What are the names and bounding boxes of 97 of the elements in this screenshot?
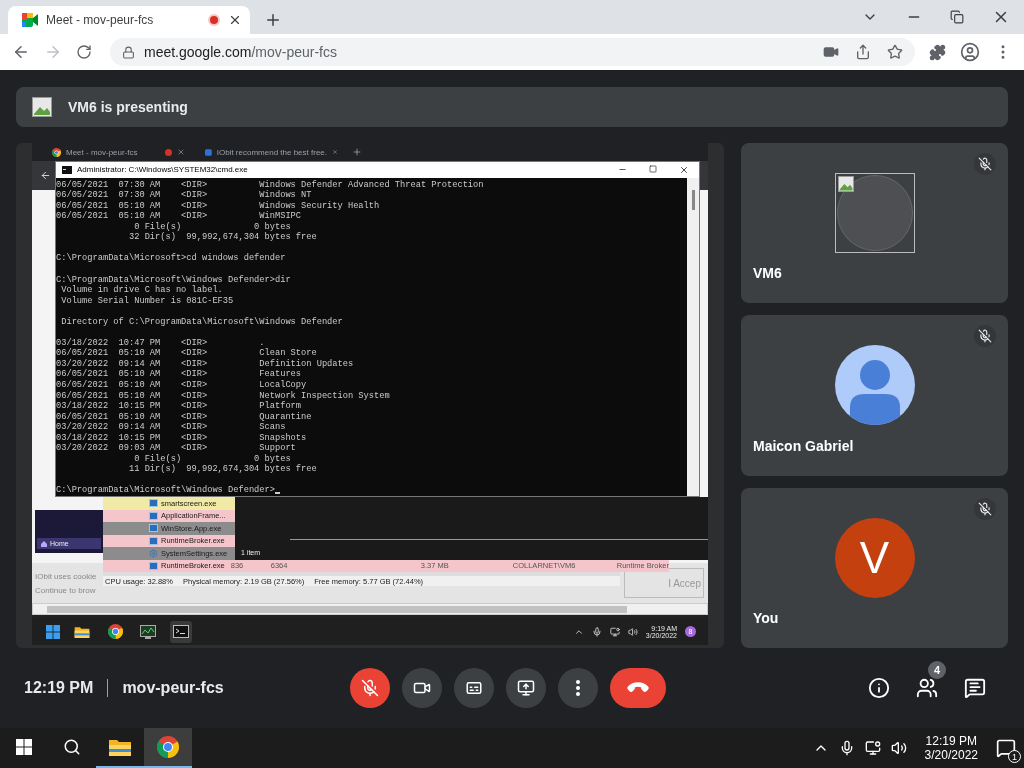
address-bar[interactable]: meet.google.com/mov-peur-fcs xyxy=(110,38,915,66)
meet-logo-icon xyxy=(22,13,38,27)
console-line: 32 Dir(s) 99,992,674,304 bytes free xyxy=(128,232,318,243)
console-line: 11 Dir(s) 99,992,674,304 bytes free xyxy=(128,464,318,475)
url-text: meet.google.com/mov-peur-fcs xyxy=(144,44,338,60)
console-line: Volume Serial Number is 081C-EF35 xyxy=(60,295,235,307)
more-options-button[interactable] xyxy=(558,668,599,708)
window-title: Administrator: C:\Windows\SYSTEM32\cmd.exe xyxy=(77,165,249,175)
back-icon[interactable] xyxy=(12,43,30,61)
close-icon[interactable] xyxy=(679,164,689,175)
monitor-icon xyxy=(140,624,156,639)
text-cursor xyxy=(274,492,280,494)
browser-tab[interactable]: Meet - mov-peur-fcs xyxy=(8,6,250,34)
leave-call-button[interactable] xyxy=(610,668,667,708)
taskbar-app[interactable] xyxy=(144,728,192,768)
remote-browser-tab[interactable]: IObit recommend the best free. xyxy=(199,144,344,160)
console-line: C:\ProgramData\Microsoft\Windows Defender>dir xyxy=(56,274,292,285)
windows-logo-icon xyxy=(16,739,32,755)
participant-name: You xyxy=(753,610,779,626)
taskbar-app[interactable] xyxy=(170,620,192,643)
profile-icon[interactable] xyxy=(960,42,980,62)
volume-icon[interactable] xyxy=(627,626,638,637)
cookie-text: IObit uses cookie xyxy=(35,571,98,581)
console-line: 03/18/2022 10:15 PM <DIR> Snapshots xyxy=(56,432,308,443)
new-tab-icon[interactable] xyxy=(264,11,282,29)
console-line: 03/20/2022 09:14 AM <DIR> Definition Updates xyxy=(56,358,355,369)
meeting-time: 12:19 PM xyxy=(24,679,94,697)
extensions-icon[interactable] xyxy=(929,43,946,61)
console-line: 06/05/2021 05:10 AM <DIR> Clean Store xyxy=(56,348,318,359)
network-icon[interactable] xyxy=(609,626,620,637)
console-line: 06/05/2021 05:10 AM <DIR> Features xyxy=(56,369,303,380)
new-tab-icon[interactable] xyxy=(352,147,362,157)
console-line: Volume in drive C has no label. xyxy=(60,285,224,296)
present-screen-icon xyxy=(517,679,536,697)
microphone-off-icon xyxy=(361,679,380,697)
console-line: 06/05/2021 05:10 AM <DIR> Network Inspection System xyxy=(56,390,391,401)
search-icon xyxy=(63,738,81,756)
console-line: 06/05/2021 05:10 AM <DIR> Quarantine xyxy=(56,411,313,422)
notifications-icon[interactable] xyxy=(996,738,1016,758)
network-icon[interactable] xyxy=(864,740,881,756)
start-icon[interactable] xyxy=(46,624,60,639)
gear-icon xyxy=(149,548,158,558)
participant-name: Maicon Gabriel xyxy=(753,437,854,454)
console-line: Directory of C:\ProgramData\Microsoft\Windows Defender xyxy=(60,316,344,328)
broken-image-icon xyxy=(32,97,52,117)
lock-icon xyxy=(122,45,135,59)
console-prompt: C:\ProgramData\Microsoft\Windows Defender> xyxy=(56,485,275,496)
app-icon xyxy=(205,147,212,157)
participant-count-badge: 4 xyxy=(928,661,946,679)
clock-time: 12:19 PM xyxy=(925,734,977,748)
console-line: C:\ProgramData\Microsoft>cd windows defender xyxy=(56,253,287,264)
terminal-icon xyxy=(173,625,189,638)
app-window-icon xyxy=(149,561,158,570)
chat-icon[interactable] xyxy=(964,677,986,699)
bookmark-star-icon[interactable] xyxy=(887,44,903,60)
console-line: 0 File(s) 0 bytes xyxy=(133,221,292,232)
video-camera-icon[interactable] xyxy=(823,44,839,60)
reload-icon[interactable] xyxy=(76,44,92,60)
console-line: 0 File(s) 0 bytes xyxy=(133,453,292,464)
console-line: 03/20/2022 09:03 AM <DIR> Support xyxy=(56,443,297,454)
microphone-icon[interactable] xyxy=(591,626,602,637)
captions-button[interactable] xyxy=(454,668,495,708)
broken-image-icon xyxy=(837,176,854,193)
close-icon[interactable] xyxy=(228,13,242,27)
cookie-text: Continue to brow xyxy=(35,585,97,595)
restore-icon[interactable] xyxy=(950,10,964,24)
clock-date: 3/20/2022 xyxy=(924,748,978,762)
chrome-icon xyxy=(157,736,179,758)
presenting-label: VM6 is presenting xyxy=(68,99,188,115)
present-button[interactable] xyxy=(506,668,547,708)
camera-button[interactable] xyxy=(402,668,443,708)
info-icon[interactable] xyxy=(868,677,890,699)
back-icon[interactable] xyxy=(40,170,51,181)
console-line: 06/05/2021 07:30 AM <DIR> Windows Defender Advanced Threat Protection xyxy=(56,179,485,190)
home-icon xyxy=(41,540,47,547)
console-line: 06/05/2021 07:30 AM <DIR> Windows NT xyxy=(56,190,313,201)
chrome-icon xyxy=(52,147,61,157)
maximize-icon[interactable] xyxy=(649,164,657,173)
console-line: 06/05/2021 05:10 AM <DIR> WinMSIPC xyxy=(56,211,303,222)
more-icon xyxy=(576,680,581,696)
terminal-icon xyxy=(62,165,72,174)
volume-icon[interactable] xyxy=(890,740,907,756)
share-icon[interactable] xyxy=(855,44,871,60)
participant-name: VM6 xyxy=(753,265,782,282)
console-line: 06/05/2021 05:10 AM <DIR> LocalCopy xyxy=(56,380,308,391)
avatar-initial: V xyxy=(834,517,915,598)
console-line: 03/20/2022 09:14 AM <DIR> Scans xyxy=(56,422,287,433)
console-line: 03/18/2022 10:47 PM <DIR> . xyxy=(56,337,266,348)
notification-badge: 1 xyxy=(1008,750,1021,763)
people-icon[interactable] xyxy=(916,677,938,699)
captions-icon xyxy=(465,679,484,697)
chrome-icon xyxy=(107,624,123,639)
remote-browser-tab[interactable]: Meet - mov-peur-fcs xyxy=(46,144,191,160)
microphone-button[interactable] xyxy=(350,668,391,708)
console-line: 03/18/2022 10:15 PM <DIR> Platform xyxy=(56,401,303,412)
console-line: 06/05/2021 05:10 AM <DIR> Windows Security Health xyxy=(56,200,381,211)
meeting-code: mov-peur-fcs xyxy=(122,679,225,697)
